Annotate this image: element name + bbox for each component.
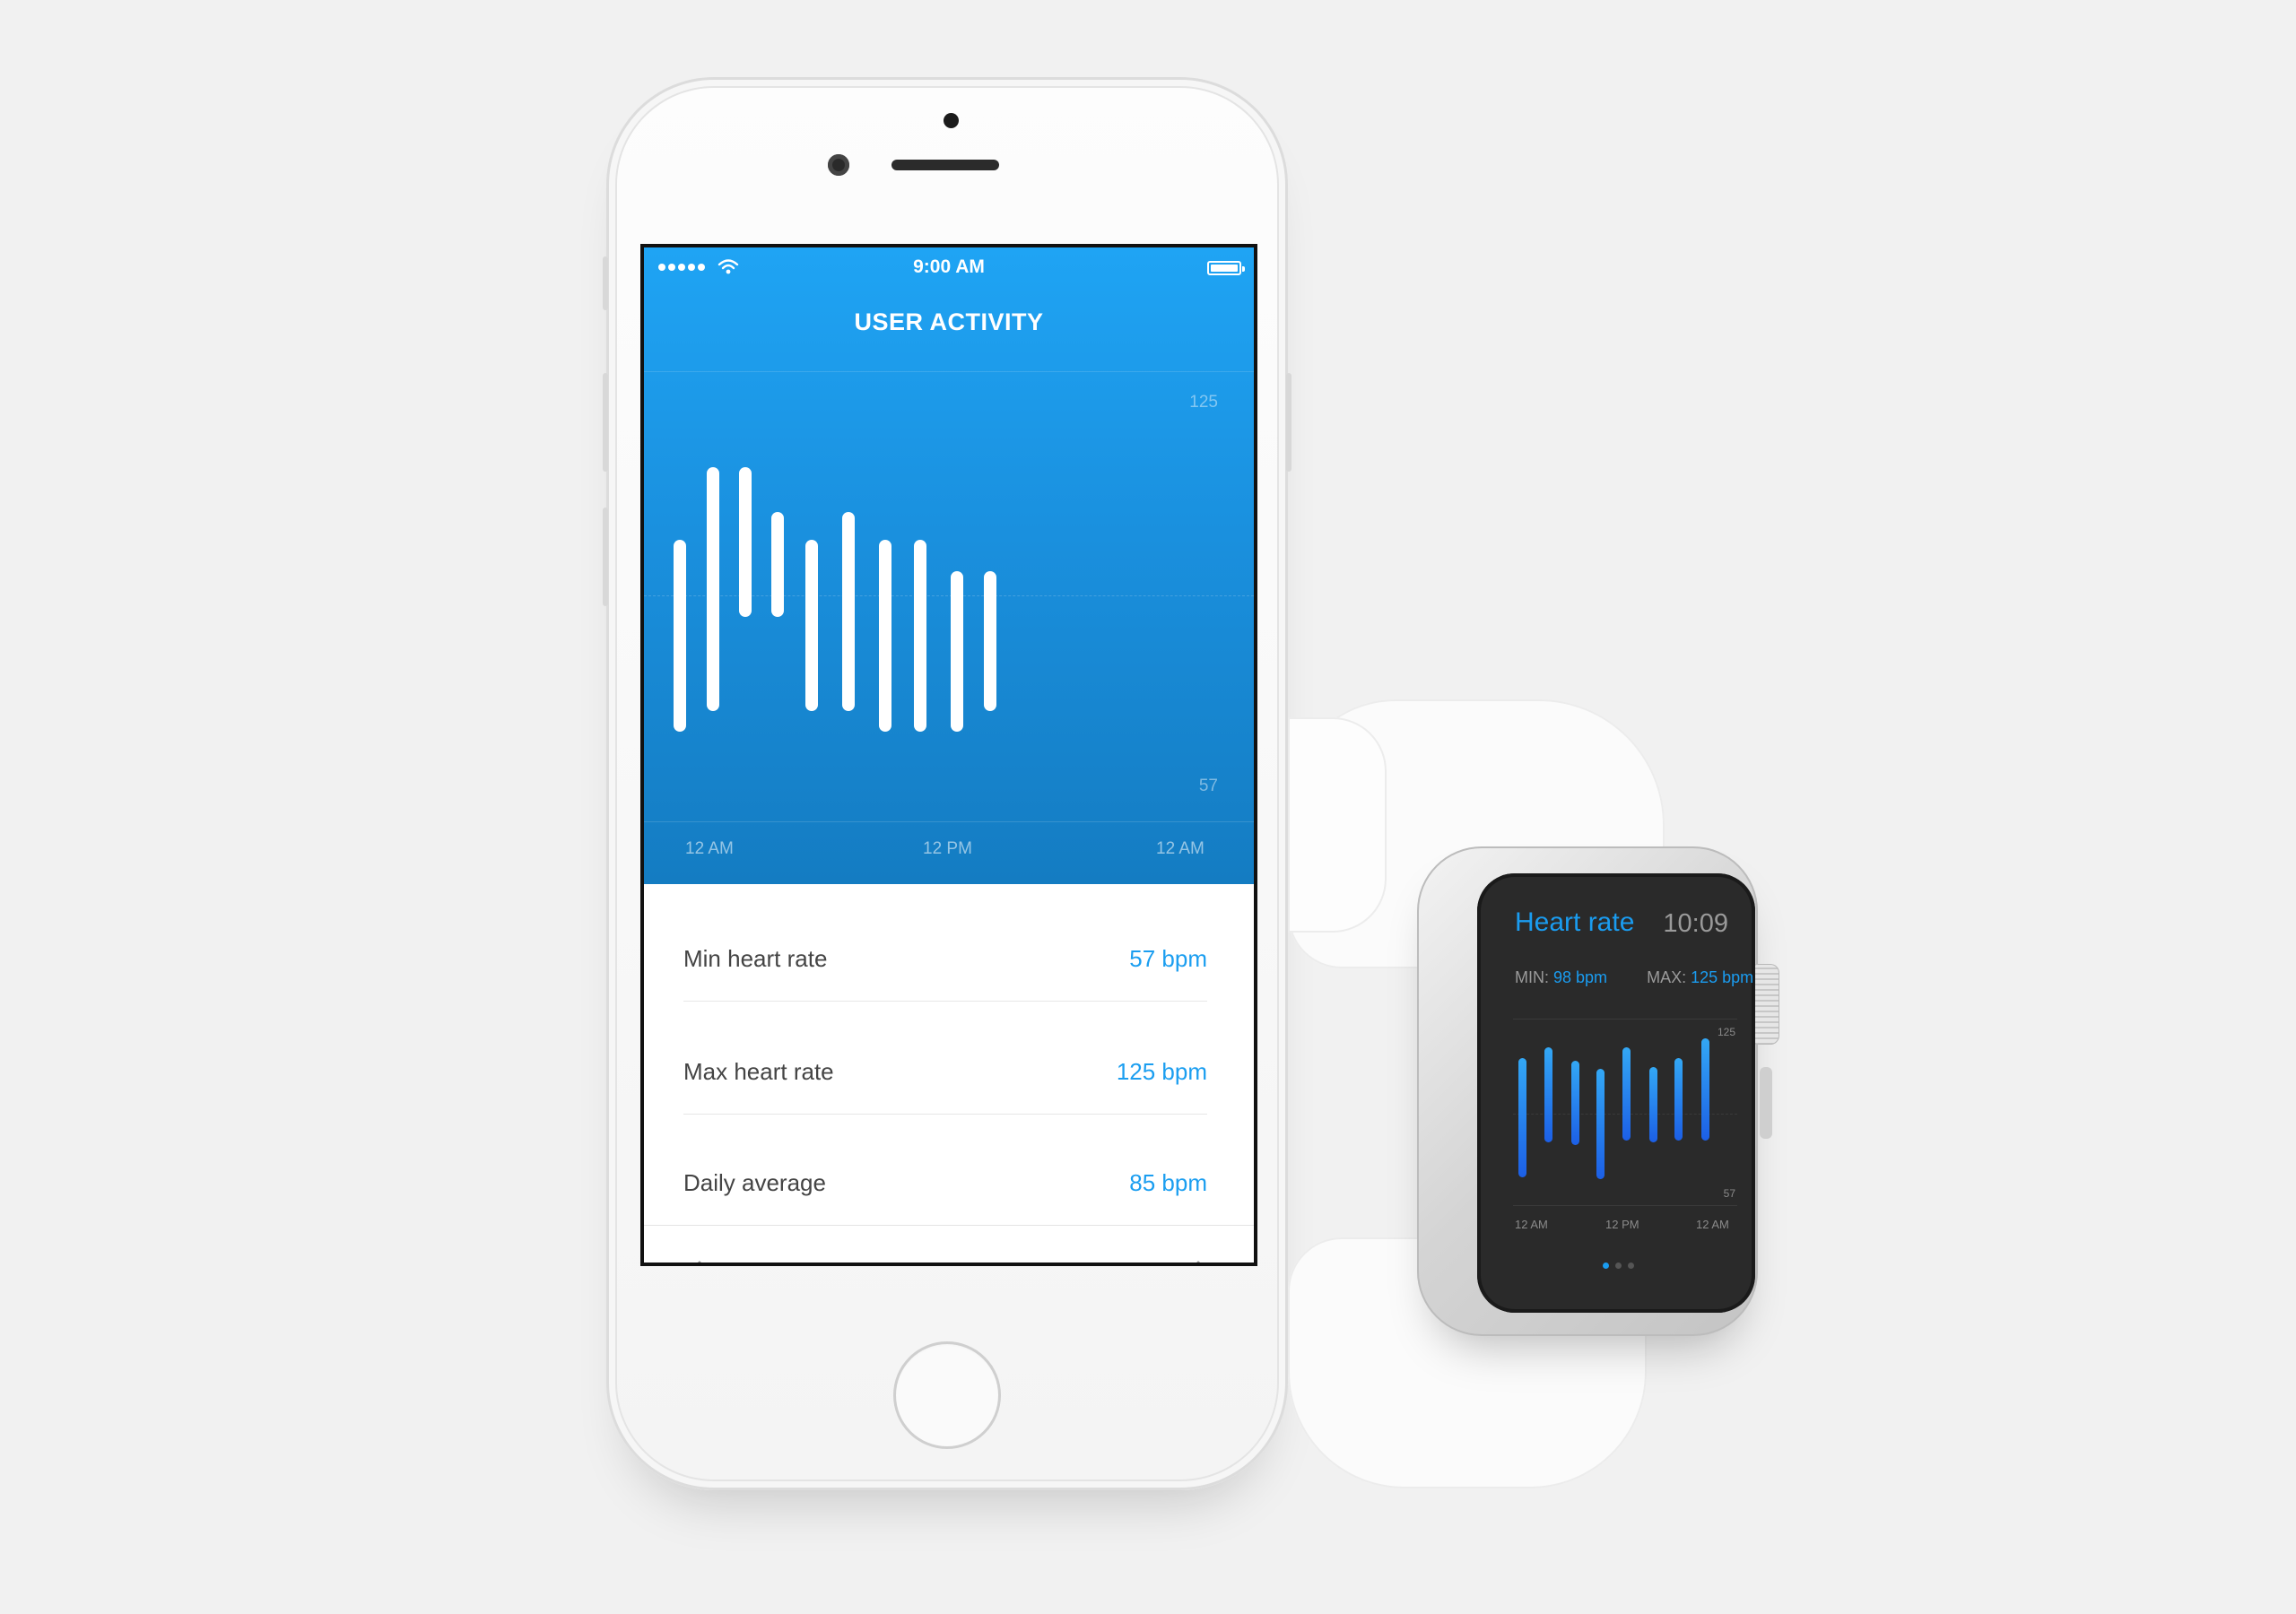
status-time: 9:00 AM bbox=[913, 256, 985, 277]
chart-bar bbox=[805, 540, 818, 711]
home-button[interactable] bbox=[893, 1341, 1001, 1449]
chart-bar bbox=[951, 571, 963, 732]
stat-label: Min heart rate bbox=[683, 945, 828, 972]
phone-screen: 9:00 AM USER ACTIVITY 125 57 12 AM 12 PM… bbox=[640, 244, 1257, 1266]
chart-bar bbox=[879, 540, 891, 732]
volume-down-button bbox=[603, 508, 608, 606]
watch-chart-bar bbox=[1596, 1069, 1605, 1180]
activity-hero: 9:00 AM USER ACTIVITY 125 57 12 AM 12 PM… bbox=[644, 247, 1254, 884]
chevron-right-icon[interactable] bbox=[1187, 1259, 1218, 1266]
watch-x-label-mid: 12 PM bbox=[1605, 1218, 1639, 1231]
stat-value: 57 bpm bbox=[1129, 945, 1207, 972]
watch-title: Heart rate bbox=[1515, 907, 1635, 937]
front-camera-icon bbox=[828, 154, 849, 176]
watch-y-max-label: 125 bbox=[1717, 1026, 1735, 1038]
watch-max-label: MAX: bbox=[1647, 968, 1687, 986]
stat-label: Max heart rate bbox=[683, 1058, 834, 1085]
watch-min-label: MIN: bbox=[1515, 968, 1549, 986]
watch-time: 10:09 bbox=[1663, 909, 1728, 938]
watch-chart-top-divider bbox=[1513, 1019, 1737, 1020]
stat-row-max: Max heart rate 125 bpm bbox=[683, 1015, 1207, 1128]
mute-switch bbox=[603, 256, 608, 310]
proximity-sensor bbox=[944, 113, 959, 128]
divider bbox=[683, 1114, 1207, 1115]
chart-top-divider bbox=[644, 371, 1254, 372]
watch-x-label-start: 12 AM bbox=[1515, 1218, 1548, 1231]
date-label: MARCH 21 bbox=[644, 1225, 1254, 1263]
x-axis-label-mid: 12 PM bbox=[923, 839, 972, 858]
chart-bar bbox=[771, 512, 784, 617]
chart-mid-gridline bbox=[644, 595, 1254, 596]
y-max-label: 125 bbox=[1189, 393, 1218, 412]
chart-bar bbox=[739, 466, 752, 617]
watch-chart-bottom-divider bbox=[1513, 1205, 1737, 1206]
stat-label: Daily average bbox=[683, 1169, 826, 1196]
divider bbox=[683, 1001, 1207, 1002]
chart-bottom-divider bbox=[644, 821, 1254, 822]
watch-min-max: MIN: 98 bpm MAX: 125 bpm bbox=[1515, 968, 1753, 987]
x-axis-label-start: 12 AM bbox=[685, 839, 734, 858]
date-navigator: MARCH 21 bbox=[644, 1225, 1254, 1266]
watch-screen: Heart rate 10:09 MIN: 98 bpm MAX: 125 bp… bbox=[1477, 873, 1755, 1313]
watch-chart-bar bbox=[1649, 1066, 1657, 1143]
chart-bar bbox=[984, 571, 996, 711]
watch-chart-bar bbox=[1674, 1058, 1683, 1141]
page-dot bbox=[1628, 1263, 1634, 1269]
x-axis-label-end: 12 AM bbox=[1156, 839, 1205, 858]
watch-side-button[interactable] bbox=[1760, 1067, 1772, 1139]
chart-bar bbox=[914, 540, 926, 732]
earpiece-speaker bbox=[891, 160, 999, 170]
watch-y-min-label: 57 bbox=[1723, 1187, 1735, 1200]
page-title: USER ACTIVITY bbox=[854, 308, 1044, 335]
watch-min-value: 98 bpm bbox=[1553, 968, 1608, 986]
chart-bar bbox=[707, 466, 719, 711]
watch-max-value: 125 bpm bbox=[1691, 968, 1754, 986]
chart-bar bbox=[842, 512, 855, 711]
y-min-label: 57 bbox=[1198, 777, 1218, 795]
stat-row-average: Daily average 85 bpm bbox=[683, 1126, 1207, 1239]
stat-value: 85 bpm bbox=[1129, 1169, 1207, 1196]
watch-x-label-end: 12 AM bbox=[1696, 1218, 1729, 1231]
watch-chart-bar bbox=[1544, 1047, 1552, 1143]
iphone-device: 9:00 AM USER ACTIVITY 125 57 12 AM 12 PM… bbox=[603, 77, 1292, 1490]
battery-icon bbox=[1207, 261, 1245, 275]
page-indicator bbox=[1603, 1263, 1634, 1269]
status-bar: 9:00 AM bbox=[644, 247, 1254, 287]
watch-chart-bar bbox=[1622, 1047, 1631, 1141]
volume-up-button bbox=[603, 373, 608, 472]
watch-chart-bar bbox=[1701, 1038, 1709, 1141]
watch-chart-bar bbox=[1518, 1058, 1526, 1177]
power-button bbox=[1286, 373, 1292, 472]
stat-row-min: Min heart rate 57 bpm bbox=[683, 902, 1207, 1015]
watch-chart-bar bbox=[1571, 1060, 1579, 1145]
chart-bar bbox=[674, 540, 686, 732]
watch-band-loop bbox=[1288, 717, 1387, 933]
stat-value: 125 bpm bbox=[1116, 1058, 1207, 1085]
page-dot bbox=[1603, 1263, 1609, 1269]
page-dot bbox=[1615, 1263, 1622, 1269]
